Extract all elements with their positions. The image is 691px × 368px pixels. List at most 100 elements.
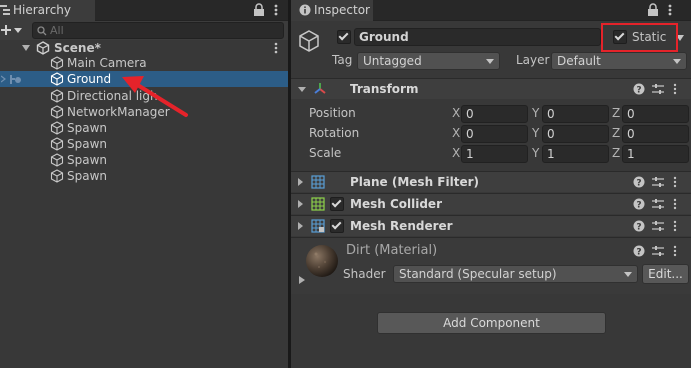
scale-x-field[interactable]: 1	[461, 145, 528, 163]
lock-icon[interactable]	[647, 3, 661, 17]
add-dropdown-button[interactable]	[1, 23, 23, 37]
axis-y-label[interactable]: Y	[532, 146, 539, 160]
scene-name: Scene*	[54, 41, 101, 55]
gameobject-large-icon	[297, 29, 321, 53]
axis-x-label[interactable]: X	[452, 146, 460, 160]
gameobject-cube-icon	[50, 72, 64, 86]
hierarchy-item-label: Spawn	[67, 137, 108, 151]
expand-arrow-icon[interactable]	[22, 45, 30, 51]
help-icon[interactable]: ?	[633, 83, 645, 95]
axis-z-label[interactable]: Z	[612, 106, 620, 120]
hierarchy-item-label: Spawn	[67, 169, 108, 183]
axis-z-label[interactable]: Z	[612, 126, 620, 140]
gameobject-cube-icon	[50, 121, 64, 135]
hierarchy-item-label: Main Camera	[67, 56, 147, 70]
tag-label: Tag	[332, 53, 353, 67]
scene-visibility-icon[interactable]	[1, 73, 23, 85]
axis-z-label[interactable]: Z	[612, 146, 620, 160]
svg-text:?: ?	[636, 86, 641, 96]
presets-sliders-icon[interactable]	[652, 220, 664, 232]
position-label: Position	[309, 106, 356, 120]
component-menu-icon[interactable]	[672, 245, 678, 257]
inspector-panel: Inspector Ground Static Tag Untagged Lay…	[291, 0, 691, 368]
position-x-field[interactable]: 0	[461, 105, 528, 123]
foldout-arrow-icon[interactable]	[298, 200, 303, 208]
layer-label: Layer	[516, 53, 550, 67]
hierarchy-item[interactable]: Spawn	[0, 168, 288, 184]
hierarchy-tab-bar: Hierarchy	[0, 0, 288, 21]
position-y-field[interactable]: 0	[542, 105, 609, 123]
kebab-menu-icon[interactable]	[664, 3, 678, 17]
position-z-field[interactable]: 0	[622, 105, 689, 123]
scene-menu-icon[interactable]	[271, 41, 281, 55]
component-menu-icon[interactable]	[672, 83, 678, 95]
object-name-field[interactable]: Ground	[354, 28, 601, 46]
presets-sliders-icon[interactable]	[652, 198, 664, 210]
mesh-renderer-header[interactable]: Mesh Renderer ?	[291, 215, 691, 236]
edit-shader-button[interactable]: Edit...	[642, 264, 689, 284]
help-icon[interactable]: ?	[633, 220, 645, 232]
axis-x-label[interactable]: X	[452, 106, 460, 120]
layer-value: Default	[557, 54, 601, 68]
component-menu-icon[interactable]	[672, 176, 678, 188]
help-icon[interactable]: ?	[633, 176, 645, 188]
shader-label: Shader	[343, 267, 386, 281]
component-menu-icon[interactable]	[672, 220, 678, 232]
scale-z-field[interactable]: 1	[622, 145, 689, 163]
layer-dropdown[interactable]: Default	[551, 52, 687, 70]
gameobject-cube-icon	[50, 56, 64, 70]
mesh-collider-enabled-checkbox[interactable]	[330, 197, 344, 211]
hierarchy-item[interactable]: Main Camera	[0, 55, 288, 71]
kebab-menu-icon[interactable]	[270, 3, 284, 17]
hierarchy-panel: Hierarchy All Scene* Main Camera Ground …	[0, 0, 288, 368]
foldout-arrow-icon[interactable]	[298, 178, 303, 186]
svg-text:?: ?	[636, 248, 641, 258]
transform-header[interactable]: Transform ?	[291, 78, 691, 99]
annotation-arrow	[118, 70, 190, 120]
axis-x-label[interactable]: X	[452, 126, 460, 140]
rotation-z-field[interactable]: 0	[622, 125, 689, 143]
presets-sliders-icon[interactable]	[652, 83, 664, 95]
gameobject-cube-icon	[50, 105, 64, 119]
material-name: Dirt (Material)	[346, 243, 438, 258]
chevron-down-icon	[624, 272, 632, 277]
inspector-tab-label: Inspector	[314, 3, 370, 17]
tag-dropdown[interactable]: Untagged	[357, 52, 500, 70]
presets-sliders-icon[interactable]	[652, 176, 664, 188]
foldout-arrow-icon[interactable]	[298, 87, 306, 92]
mesh-filter-title: Plane (Mesh Filter)	[350, 175, 479, 189]
help-icon[interactable]: ?	[633, 245, 645, 257]
axis-y-label[interactable]: Y	[532, 126, 539, 140]
scale-y-field[interactable]: 1	[542, 145, 609, 163]
mesh-renderer-enabled-checkbox[interactable]	[330, 219, 344, 233]
component-menu-icon[interactable]	[672, 198, 678, 210]
svg-text:?: ?	[636, 201, 641, 211]
axis-y-label[interactable]: Y	[532, 106, 539, 120]
mesh-collider-header[interactable]: Mesh Collider ?	[291, 193, 691, 214]
gameobject-cube-icon	[50, 169, 64, 183]
hierarchy-item-label: Spawn	[67, 121, 108, 135]
foldout-arrow-icon[interactable]	[298, 222, 303, 230]
scene-row[interactable]: Scene*	[0, 40, 288, 56]
shader-dropdown[interactable]: Standard (Specular setup)	[393, 265, 638, 283]
hierarchy-item[interactable]: Spawn	[0, 136, 288, 152]
presets-sliders-icon[interactable]	[652, 245, 664, 257]
hierarchy-item[interactable]: Spawn	[0, 120, 288, 136]
info-icon	[299, 4, 311, 16]
help-icon[interactable]: ?	[633, 198, 645, 210]
hierarchy-item[interactable]: Spawn	[0, 152, 288, 168]
lock-icon[interactable]	[253, 3, 267, 17]
rotation-y-field[interactable]: 0	[542, 125, 609, 143]
rotation-x-field[interactable]: 0	[461, 125, 528, 143]
search-icon	[37, 26, 47, 36]
add-component-button[interactable]: Add Component	[377, 312, 606, 334]
mesh-filter-header[interactable]: Plane (Mesh Filter) ?	[291, 171, 691, 192]
active-checkbox[interactable]	[337, 30, 351, 44]
tab-inspector[interactable]: Inspector	[291, 0, 373, 21]
chevron-down-icon	[673, 59, 681, 64]
hierarchy-item-label: Spawn	[67, 153, 108, 167]
svg-text:?: ?	[636, 179, 641, 189]
material-foldout-arrow-icon[interactable]	[299, 276, 305, 284]
hierarchy-search-field[interactable]: All	[32, 22, 284, 39]
tab-hierarchy[interactable]: Hierarchy	[0, 0, 95, 21]
